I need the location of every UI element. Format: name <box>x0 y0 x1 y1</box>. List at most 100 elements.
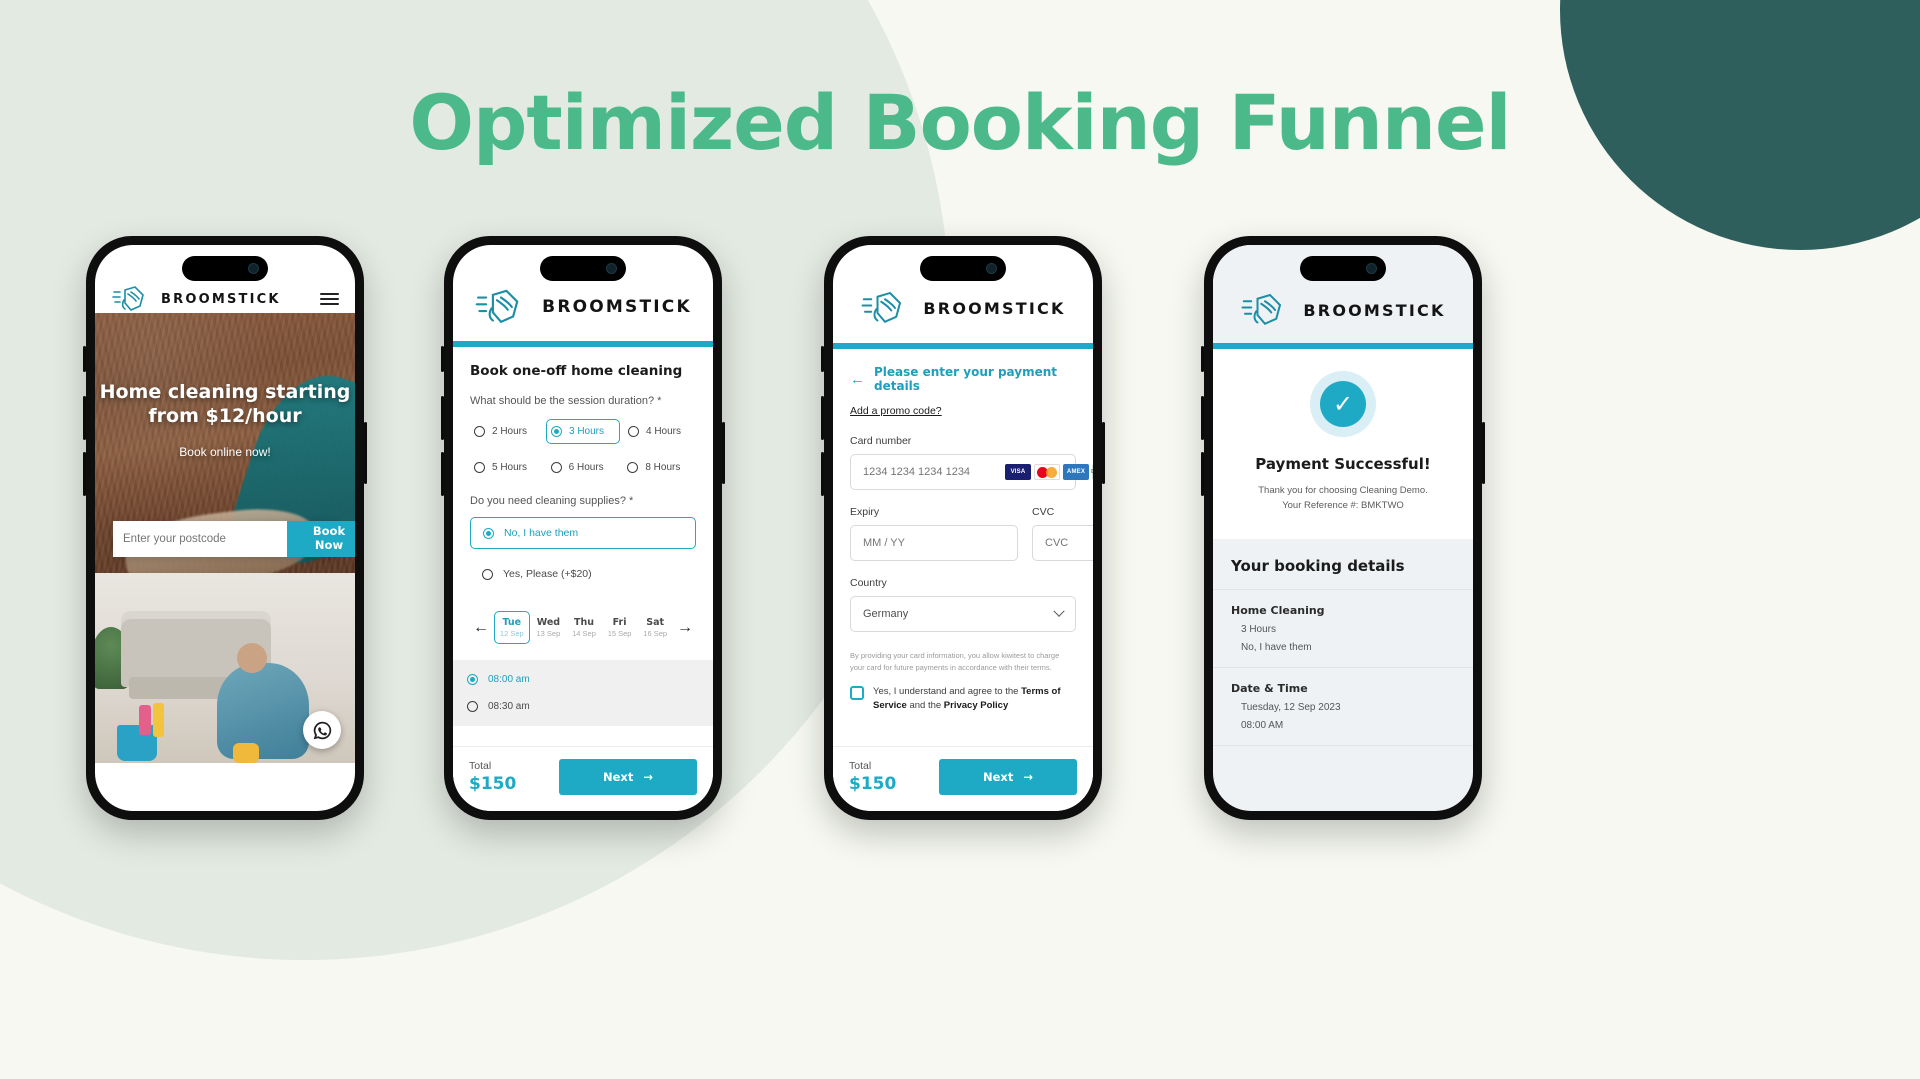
time-slot-list: 08:00 am 08:30 am <box>453 660 713 726</box>
payment-header: ← Please enter your payment details <box>850 365 1076 393</box>
card-number-label: Card number <box>850 435 912 447</box>
phone-side-button <box>83 346 86 372</box>
phone4-screen: BROOMSTICK ✓ Payment Successful! Thank y… <box>1213 245 1473 811</box>
date-dow: Fri <box>612 617 627 628</box>
expiry-field[interactable] <box>850 525 1018 561</box>
date-dow: Tue <box>502 617 522 628</box>
time-slot-0830am[interactable]: 08:30 am <box>453 693 713 720</box>
time-slot-0800am[interactable]: 08:00 am <box>453 666 713 693</box>
phone-volume-down-button <box>1201 452 1204 496</box>
front-camera-icon <box>986 263 997 274</box>
phone1-screen: BROOMSTICK Home cleaning starting from $… <box>95 245 355 811</box>
fineprint-line2: your card for future payments in accorda… <box>850 662 1052 672</box>
photo-bucket <box>117 725 157 761</box>
duration-option-label: 4 Hours <box>646 426 682 437</box>
phone3-body: ← Please enter your payment details Add … <box>833 365 1093 713</box>
book-now-button[interactable]: Book Now <box>287 521 355 557</box>
time-slot-label: 08:00 am <box>488 674 530 685</box>
photo-glove <box>233 743 259 763</box>
book-now-line2: Now <box>314 538 344 552</box>
checkbox-unchecked-icon[interactable] <box>850 686 864 701</box>
cvc-input[interactable] <box>1045 537 1093 549</box>
date-chip-fri[interactable]: Fri 15 Sep <box>603 612 637 643</box>
duration-option-3-hours[interactable]: 3 Hours <box>546 419 620 444</box>
card-number-field[interactable]: VISA AMEX DISCOVER <box>850 454 1093 490</box>
duration-option-label: 5 Hours <box>492 462 528 473</box>
card-number-input[interactable] <box>863 466 1005 478</box>
booking-detail-section-datetime: Date & Time Tuesday, 12 Sep 2023 08:00 A… <box>1213 667 1473 745</box>
date-dow: Wed <box>536 617 561 628</box>
phone-volume-down-button <box>441 452 444 496</box>
phone-volume-up-button <box>821 396 824 440</box>
time-slot-label: 08:30 am <box>488 701 530 712</box>
radio-icon-selected <box>467 674 478 685</box>
page-title: Optimized Booking Funnel <box>409 78 1511 167</box>
radio-icon <box>627 462 639 473</box>
supplies-option-yes[interactable]: Yes, Please (+$20) <box>470 559 696 589</box>
phone3-footer: Total $150 Next → <box>833 746 1093 811</box>
radio-icon <box>474 462 485 473</box>
privacy-policy-link[interactable]: Privacy Policy <box>944 700 1008 711</box>
postcode-input[interactable] <box>113 521 287 557</box>
radio-icon <box>550 462 562 473</box>
duration-option-label: 3 Hours <box>569 426 605 437</box>
payment-fineprint: By providing your card information, you … <box>850 650 1076 673</box>
date-chip-tue[interactable]: Tue 12 Sep <box>494 611 530 644</box>
phone-volume-up-button <box>441 396 444 440</box>
country-select[interactable]: Germany <box>850 596 1076 632</box>
radio-icon <box>628 426 639 437</box>
arrow-left-icon[interactable]: ← <box>470 619 492 637</box>
success-title: Payment Successful! <box>1255 455 1431 473</box>
phone-mockup-payment: BROOMSTICK ← Please enter your payment d… <box>821 236 1105 820</box>
duration-option-5-hours[interactable]: 5 Hours <box>470 456 543 479</box>
supplies-option-label: Yes, Please (+$20) <box>503 568 592 580</box>
terms-agreement-row: Yes, I understand and agree to the Terms… <box>850 685 1076 713</box>
date-chip-thu[interactable]: Thu 14 Sep <box>567 612 601 643</box>
booking-detail-section-service: Home Cleaning 3 Hours No, I have them <box>1213 589 1473 667</box>
cvc-field[interactable] <box>1032 525 1093 561</box>
duration-option-8-hours[interactable]: 8 Hours <box>623 456 696 479</box>
hamburger-menu-icon[interactable] <box>320 293 339 305</box>
expiry-input[interactable] <box>863 537 1005 549</box>
supplies-option-no[interactable]: No, I have them <box>470 517 696 549</box>
radio-icon-selected <box>551 426 562 437</box>
total-label: Total <box>469 760 492 772</box>
expiry-cvc-row: Expiry CVC <box>850 490 1093 561</box>
brand-name: BROOMSTICK <box>923 298 1066 318</box>
duration-option-4-hours[interactable]: 4 Hours <box>624 419 696 444</box>
date-dow: Thu <box>573 617 594 628</box>
accent-divider <box>453 341 713 347</box>
promo-code-link[interactable]: Add a promo code? <box>850 405 942 417</box>
arrow-right-icon[interactable]: → <box>674 619 696 637</box>
arrow-left-icon[interactable]: ← <box>850 371 865 388</box>
screenshot-stage: Optimized Booking Funnel BROOMSTICK Home… <box>0 0 1920 1079</box>
date-chip-wed[interactable]: Wed 13 Sep <box>532 612 566 643</box>
date-chip-sat[interactable]: Sat 16 Sep <box>638 612 672 643</box>
whatsapp-icon[interactable] <box>303 711 341 749</box>
booking-details-heading: Your booking details <box>1231 557 1405 576</box>
next-button[interactable]: Next → <box>939 759 1077 795</box>
duration-option-2-hours[interactable]: 2 Hours <box>470 419 542 444</box>
radio-icon-selected <box>483 527 494 539</box>
total-value: $150 <box>469 774 517 794</box>
phone-volume-down-button <box>821 452 824 496</box>
phone2-screen: BROOMSTICK Book one-off home cleaning Wh… <box>453 245 713 811</box>
date-picker-strip: ← Tue 12 Sep Wed 13 Sep Thu 14 Sep Fri 1… <box>470 607 696 648</box>
phone-mockup-booking-form: BROOMSTICK Book one-off home cleaning Wh… <box>441 236 725 820</box>
photo-spray-bottle-pink <box>139 705 151 735</box>
section-line: No, I have them <box>1241 642 1312 654</box>
duration-option-6-hours[interactable]: 6 Hours <box>547 456 620 479</box>
date-day: 16 Sep <box>643 629 668 638</box>
hero-subtext: Book online now! <box>179 444 271 459</box>
next-button-label: Next <box>983 770 1014 784</box>
next-button[interactable]: Next → <box>559 759 697 795</box>
section-line: 3 Hours <box>1241 624 1277 636</box>
card-brand-icons: VISA AMEX DISCOVER <box>1005 464 1093 480</box>
phone-volume-up-button <box>83 396 86 440</box>
phone-power-button <box>1482 422 1485 484</box>
success-subtext: Thank you for choosing Cleaning Demo. Yo… <box>1231 483 1455 513</box>
phone-volume-down-button <box>83 452 86 496</box>
front-camera-icon <box>248 263 259 274</box>
phone2-footer: Total $150 Next → <box>453 746 713 811</box>
question-supplies-label: Do you need cleaning supplies? * <box>470 495 634 507</box>
